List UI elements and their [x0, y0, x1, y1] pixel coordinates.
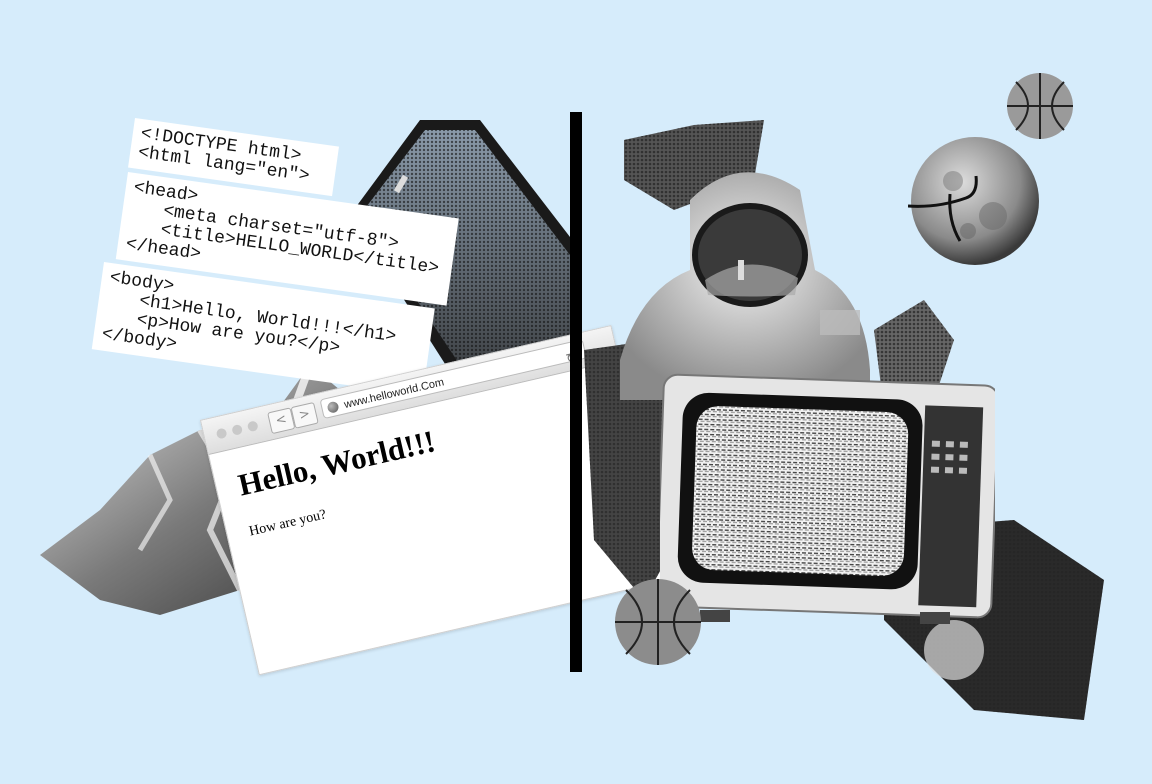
window-zoom-dot[interactable] — [246, 420, 259, 433]
basketball-top-image — [1007, 73, 1073, 139]
basketball-bottom-image — [615, 579, 701, 665]
moon-image — [908, 137, 1039, 265]
window-minimize-dot[interactable] — [231, 423, 244, 436]
page-paragraph: How are you? — [247, 507, 328, 540]
center-divider — [570, 112, 582, 672]
television-image — [660, 373, 995, 624]
window-close-dot[interactable] — [215, 427, 228, 440]
astronaut-image — [620, 172, 870, 400]
globe-icon — [326, 400, 340, 414]
forward-arrow-icon[interactable]: > — [290, 401, 319, 429]
